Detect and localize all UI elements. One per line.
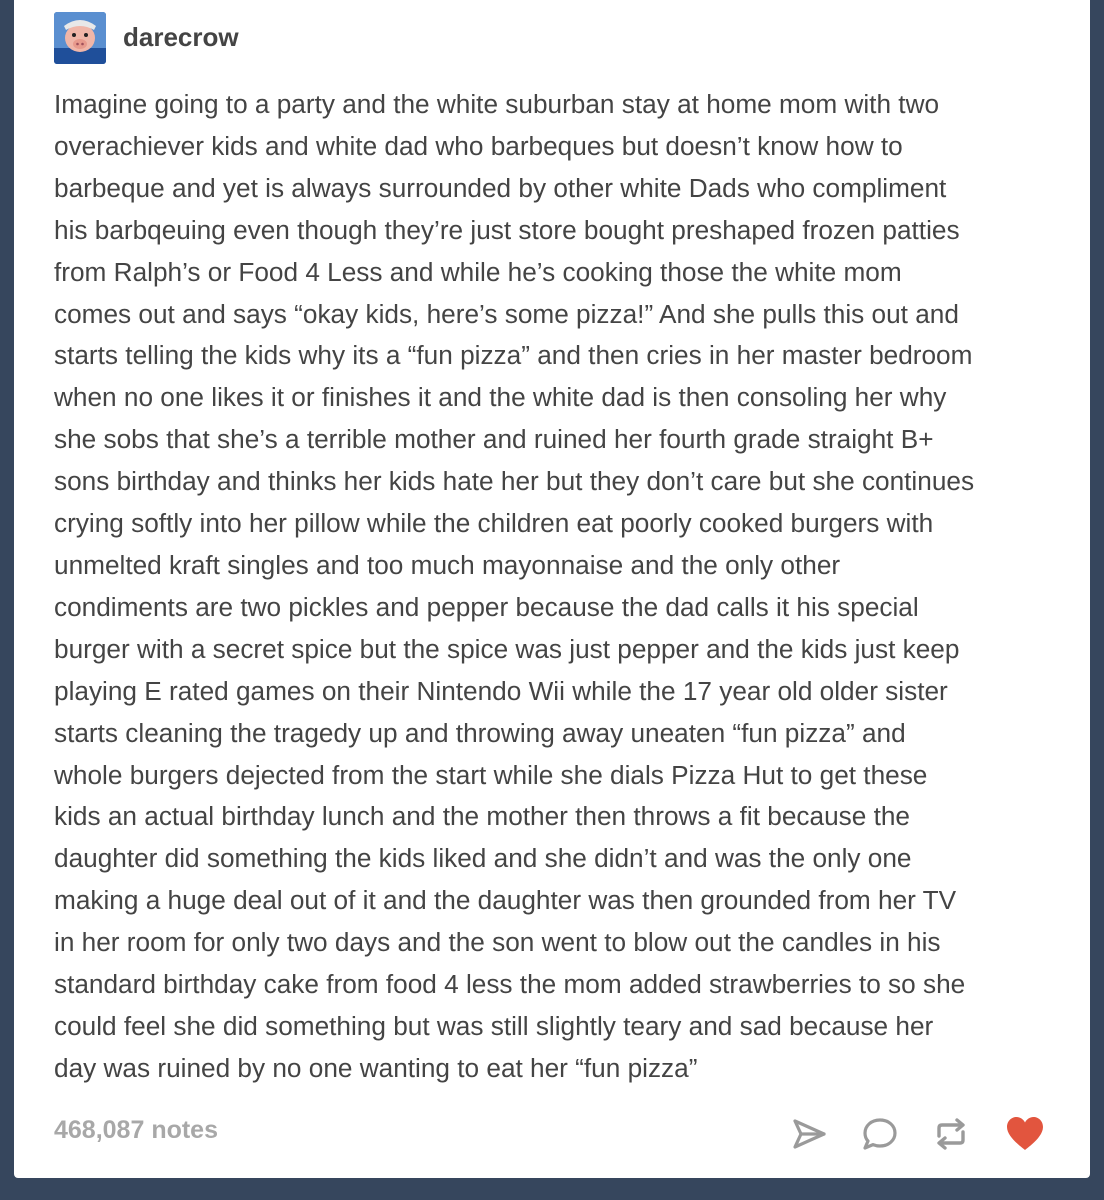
- post-text-line: overachiever kids and white dad who barb…: [54, 130, 903, 161]
- like-button[interactable]: [1002, 1111, 1048, 1157]
- post-text-line: burger with a secret spice but the spice…: [54, 633, 960, 664]
- post-text-line: in her room for only two days and the so…: [54, 927, 941, 958]
- post-text-line: when no one likes it or finishes it and …: [54, 382, 947, 413]
- share-icon: [793, 1119, 826, 1149]
- post-text-line: day was ruined by no one wanting to eat …: [54, 1052, 698, 1083]
- post-text-line: condiments are two pickles and pepper be…: [54, 591, 919, 622]
- post-text-line: his barbqeuing even though they’re just …: [54, 214, 960, 245]
- avatar-image: [54, 12, 106, 64]
- post-text-line: standard birthday cake from food 4 less …: [54, 969, 966, 1000]
- share-button[interactable]: [786, 1111, 832, 1157]
- like-heart-icon: [1007, 1117, 1043, 1150]
- post-text-line: barbeque and yet is always surrounded by…: [54, 172, 947, 203]
- post-text-line: she sobs that she’s a terrible mother an…: [54, 424, 934, 455]
- post-text-line: whole burgers dejected from the start wh…: [54, 759, 928, 790]
- post-body: Imagine going to a party and the white s…: [54, 84, 1064, 1090]
- post-text-line: Imagine going to a party and the white s…: [54, 89, 940, 119]
- post-text-line: crying softly into her pillow while the …: [54, 508, 934, 539]
- post-text-line: starts cleaning the tragedy up and throw…: [54, 717, 906, 748]
- post-text-line: from Ralph’s or Food 4 Less and while he…: [54, 256, 902, 287]
- post-text-line: kids an actual birthday lunch and the mo…: [54, 801, 910, 832]
- post-text-line: unmelted kraft singles and too much mayo…: [54, 549, 841, 580]
- reply-button[interactable]: [857, 1111, 903, 1157]
- reply-icon: [863, 1118, 897, 1150]
- post-card: darecrow Imagine going to a party and th…: [14, 0, 1090, 1178]
- post-text-line: playing E rated games on their Nintendo …: [54, 675, 948, 706]
- avatar[interactable]: [54, 12, 106, 64]
- post-text-line: sons birthday and thinks her kids hate h…: [54, 466, 975, 497]
- post-text-line: comes out and says “okay kids, here’s so…: [54, 298, 959, 329]
- reblog-button[interactable]: [928, 1111, 974, 1157]
- username[interactable]: darecrow: [123, 22, 239, 53]
- post-text-line: starts telling the kids why its a “fun p…: [54, 340, 973, 371]
- reblog-icon: [937, 1118, 965, 1150]
- post-text-line: daughter did something the kids liked an…: [54, 843, 912, 874]
- notes-count[interactable]: 468,087 notes: [54, 1116, 218, 1145]
- post-text-line: could feel she did something but was sti…: [54, 1010, 934, 1041]
- post-text-line: making a huge deal out of it and the dau…: [54, 885, 957, 916]
